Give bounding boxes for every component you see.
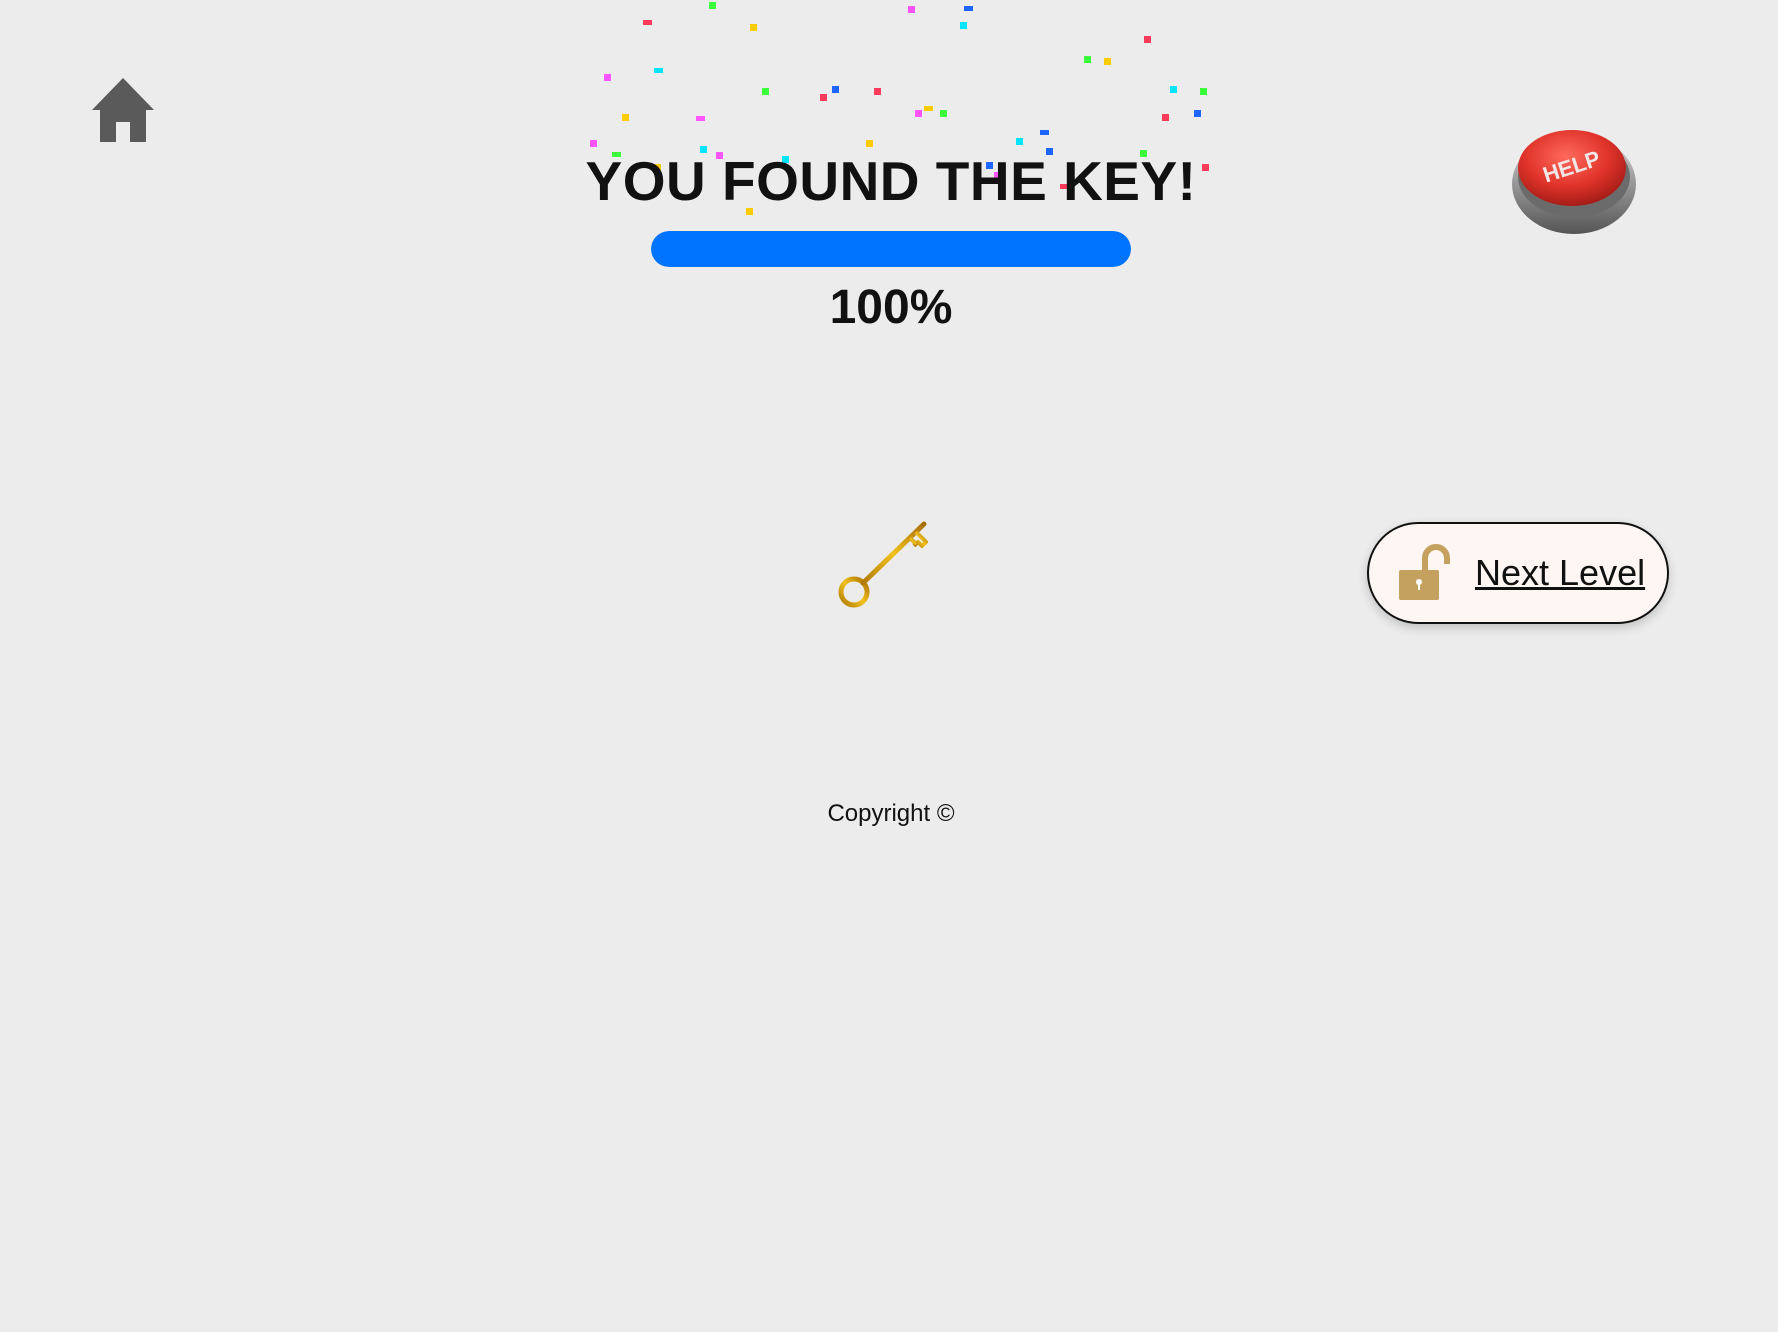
progress-percent: 100%: [829, 281, 953, 334]
confetti-piece: [709, 2, 716, 9]
confetti-piece: [915, 110, 922, 117]
confetti-piece: [643, 20, 652, 25]
confetti-piece: [622, 114, 629, 121]
confetti-piece: [1162, 114, 1169, 121]
progress-fill: [651, 231, 1131, 267]
golden-key-icon: [838, 521, 928, 608]
progress-bar: [651, 231, 1131, 267]
next-level-button[interactable]: Next Level: [1367, 522, 1669, 624]
help-button[interactable]: HELP: [1508, 122, 1640, 238]
confetti-piece: [960, 22, 967, 29]
confetti-piece: [1194, 110, 1201, 117]
confetti-piece: [874, 88, 881, 95]
next-level-label[interactable]: Next Level: [1475, 552, 1645, 594]
confetti-piece: [696, 116, 705, 121]
copyright-text: Copyright ©: [827, 800, 955, 827]
confetti-piece: [940, 110, 947, 117]
confetti-piece: [924, 106, 933, 111]
confetti-piece: [1200, 88, 1207, 95]
confetti-piece: [1104, 58, 1111, 65]
confetti-piece: [1016, 138, 1023, 145]
confetti-piece: [1084, 56, 1091, 63]
confetti-piece: [832, 86, 839, 93]
confetti-piece: [908, 6, 915, 13]
confetti-piece: [820, 94, 827, 101]
confetti-piece: [762, 88, 769, 95]
confetti-piece: [1170, 86, 1177, 93]
confetti-piece: [654, 68, 663, 73]
confetti-piece: [604, 74, 611, 81]
confetti-piece: [964, 6, 973, 11]
confetti-piece: [590, 140, 597, 147]
confetti-piece: [1040, 130, 1049, 135]
confetti-piece: [1144, 36, 1151, 43]
unlocked-padlock-icon: [1399, 544, 1450, 600]
confetti-piece: [866, 140, 873, 147]
home-icon[interactable]: [90, 76, 156, 144]
confetti-piece: [750, 24, 757, 31]
